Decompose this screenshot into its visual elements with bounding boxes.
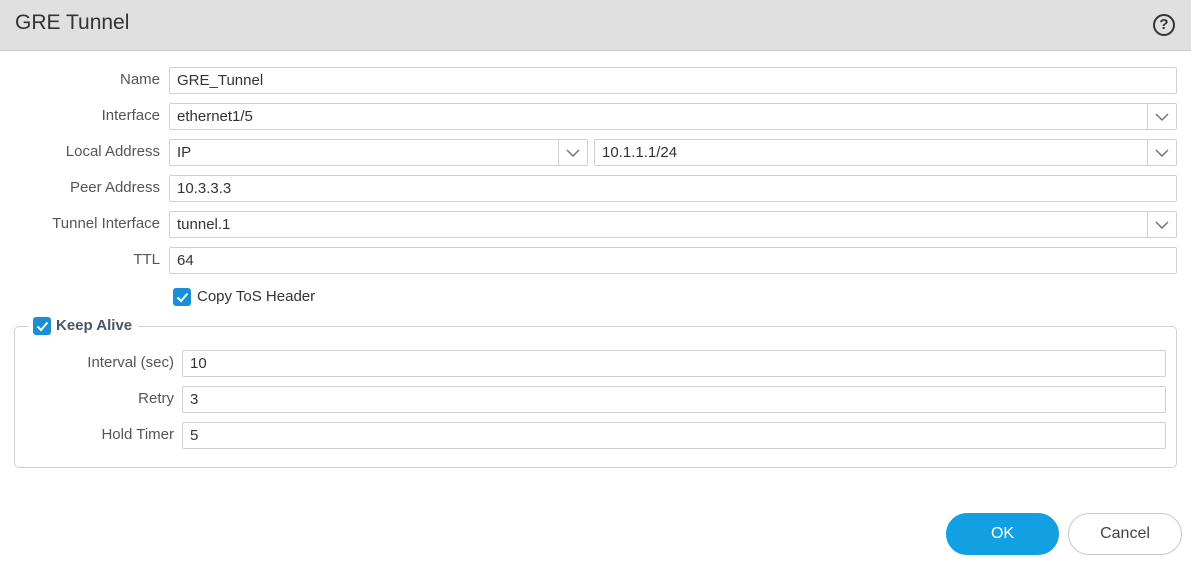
interval-label: Interval (sec)	[87, 354, 174, 371]
tunnel-interface-select[interactable]: tunnel.1	[169, 211, 1177, 238]
checkmark-icon	[36, 321, 48, 331]
local-address-label: Local Address	[65, 143, 160, 160]
ok-button[interactable]: OK	[946, 513, 1059, 555]
keep-alive-label: Keep Alive	[56, 317, 133, 334]
tunnel-interface-value: tunnel.1	[177, 216, 231, 233]
checkmark-icon	[176, 292, 188, 302]
chevron-down-icon[interactable]	[1147, 104, 1176, 129]
dialog-header: GRE Tunnel ?	[0, 0, 1191, 51]
local-address-ip-select[interactable]: 10.1.1.1/24	[594, 139, 1177, 166]
ttl-label: TTL	[133, 251, 160, 268]
keep-alive-checkbox[interactable]	[33, 317, 51, 335]
ttl-input[interactable]: 64	[169, 247, 1177, 274]
local-address-ip-value: 10.1.1.1/24	[602, 144, 678, 161]
copy-tos-checkbox[interactable]	[173, 288, 191, 306]
tunnel-interface-label: Tunnel Interface	[52, 215, 160, 232]
retry-input[interactable]: 3	[182, 386, 1166, 413]
interval-input[interactable]: 10	[182, 350, 1166, 377]
interface-label: Interface	[101, 107, 160, 124]
name-label: Name	[119, 71, 160, 88]
interval-value: 10	[190, 355, 207, 372]
peer-address-value: 10.3.3.3	[177, 180, 232, 197]
cancel-button[interactable]: Cancel	[1068, 513, 1182, 555]
name-value: GRE_Tunnel	[177, 72, 264, 89]
local-address-type-select[interactable]: IP	[169, 139, 588, 166]
name-input[interactable]: GRE_Tunnel	[169, 67, 1177, 94]
copy-tos-label: Copy ToS Header	[197, 288, 316, 305]
interface-value: ethernet1/5	[177, 108, 253, 125]
dialog-title: GRE Tunnel	[15, 11, 130, 34]
help-icon[interactable]: ?	[1153, 14, 1175, 36]
local-address-type-value: IP	[177, 144, 192, 161]
ttl-value: 64	[177, 252, 194, 269]
chevron-down-icon[interactable]	[558, 140, 587, 165]
interface-select[interactable]: ethernet1/5	[169, 103, 1177, 130]
retry-value: 3	[190, 391, 199, 408]
peer-address-label: Peer Address	[69, 179, 160, 196]
peer-address-input[interactable]: 10.3.3.3	[169, 175, 1177, 202]
hold-timer-label: Hold Timer	[101, 426, 174, 443]
hold-timer-value: 5	[190, 427, 199, 444]
chevron-down-icon[interactable]	[1147, 212, 1176, 237]
chevron-down-icon[interactable]	[1147, 140, 1176, 165]
hold-timer-input[interactable]: 5	[182, 422, 1166, 449]
retry-label: Retry	[138, 390, 174, 407]
